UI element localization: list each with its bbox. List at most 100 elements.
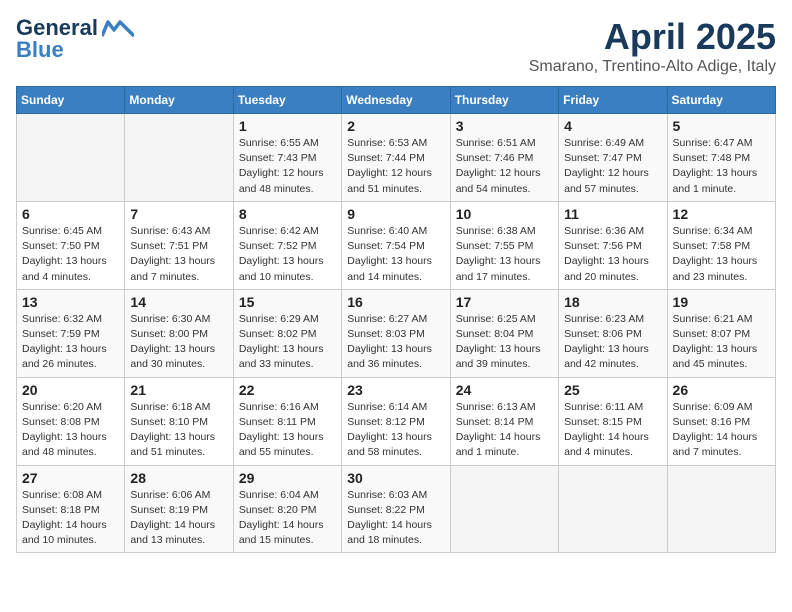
day-info: Sunrise: 6:08 AM Sunset: 8:18 PM Dayligh… <box>22 488 119 549</box>
day-info: Sunrise: 6:40 AM Sunset: 7:54 PM Dayligh… <box>347 224 444 285</box>
day-info: Sunrise: 6:49 AM Sunset: 7:47 PM Dayligh… <box>564 136 661 197</box>
logo: General Blue <box>16 16 134 62</box>
day-cell: 19Sunrise: 6:21 AM Sunset: 8:07 PM Dayli… <box>667 289 775 377</box>
day-cell <box>450 465 558 553</box>
day-header-sunday: Sunday <box>17 87 125 114</box>
day-cell: 13 Sunrise: 6:32 AM Sunset: 7:59 PM Dayli… <box>17 289 125 377</box>
title-area: April 2025 Smarano, Trentino-Alto Adige,… <box>529 16 776 76</box>
day-cell: 9 Sunrise: 6:40 AM Sunset: 7:54 PM Daylig… <box>342 201 450 289</box>
day-cell: 26 Sunrise: 6:09 AM Sunset: 8:16 PM Dayli… <box>667 377 775 465</box>
day-number: 29 <box>239 470 336 486</box>
day-header-friday: Friday <box>559 87 667 114</box>
day-cell: 8 Sunrise: 6:42 AM Sunset: 7:52 PM Daylig… <box>233 201 341 289</box>
day-number: 10 <box>456 206 553 222</box>
day-header-tuesday: Tuesday <box>233 87 341 114</box>
day-info: Sunrise: 6:30 AM Sunset: 8:00 PM Dayligh… <box>130 312 227 373</box>
day-header-saturday: Saturday <box>667 87 775 114</box>
day-cell: 3 Sunrise: 6:51 AM Sunset: 7:46 PM Daylig… <box>450 114 558 202</box>
day-number: 17 <box>456 294 553 310</box>
day-number: 14 <box>130 294 227 310</box>
logo-wave-icon <box>102 18 134 38</box>
day-info: Sunrise: 6:47 AM Sunset: 7:48 PM Dayligh… <box>673 136 770 197</box>
day-cell: 21 Sunrise: 6:18 AM Sunset: 8:10 PM Dayli… <box>125 377 233 465</box>
day-cell: 17Sunrise: 6:25 AM Sunset: 8:04 PM Dayli… <box>450 289 558 377</box>
day-cell: 16Sunrise: 6:27 AM Sunset: 8:03 PM Dayli… <box>342 289 450 377</box>
day-header-thursday: Thursday <box>450 87 558 114</box>
day-info: Sunrise: 6:51 AM Sunset: 7:46 PM Dayligh… <box>456 136 553 197</box>
day-cell: 25 Sunrise: 6:11 AM Sunset: 8:15 PM Dayli… <box>559 377 667 465</box>
day-cell: 10 Sunrise: 6:38 AM Sunset: 7:55 PM Dayli… <box>450 201 558 289</box>
day-info: Sunrise: 6:16 AM Sunset: 8:11 PM Dayligh… <box>239 400 336 461</box>
day-cell: 7 Sunrise: 6:43 AM Sunset: 7:51 PM Daylig… <box>125 201 233 289</box>
day-number: 1 <box>239 118 336 134</box>
day-number: 16 <box>347 294 444 310</box>
day-number: 12 <box>673 206 770 222</box>
day-info: Sunrise: 6:36 AM Sunset: 7:56 PM Dayligh… <box>564 224 661 285</box>
day-number: 4 <box>564 118 661 134</box>
day-number: 19 <box>673 294 770 310</box>
day-cell: 11 Sunrise: 6:36 AM Sunset: 7:56 PM Dayli… <box>559 201 667 289</box>
day-number: 22 <box>239 382 336 398</box>
day-number: 5 <box>673 118 770 134</box>
day-info: Sunrise: 6:09 AM Sunset: 8:16 PM Dayligh… <box>673 400 770 461</box>
day-info: Sunrise: 6:11 AM Sunset: 8:15 PM Dayligh… <box>564 400 661 461</box>
day-cell: 15 Sunrise: 6:29 AM Sunset: 8:02 PM Dayli… <box>233 289 341 377</box>
day-cell: 12 Sunrise: 6:34 AM Sunset: 7:58 PM Dayli… <box>667 201 775 289</box>
day-number: 3 <box>456 118 553 134</box>
day-cell: 20 Sunrise: 6:20 AM Sunset: 8:08 PM Dayli… <box>17 377 125 465</box>
day-cell: 22 Sunrise: 6:16 AM Sunset: 8:11 PM Dayli… <box>233 377 341 465</box>
day-info: Sunrise: 6:55 AM Sunset: 7:43 PM Dayligh… <box>239 136 336 197</box>
day-header-wednesday: Wednesday <box>342 87 450 114</box>
day-number: 30 <box>347 470 444 486</box>
day-info: Sunrise: 6:29 AM Sunset: 8:02 PM Dayligh… <box>239 312 336 373</box>
day-number: 15 <box>239 294 336 310</box>
week-row-3: 13 Sunrise: 6:32 AM Sunset: 7:59 PM Dayli… <box>17 289 776 377</box>
day-cell: 1 Sunrise: 6:55 AM Sunset: 7:43 PM Daylig… <box>233 114 341 202</box>
day-info: Sunrise: 6:43 AM Sunset: 7:51 PM Dayligh… <box>130 224 227 285</box>
day-number: 8 <box>239 206 336 222</box>
day-cell: 29 Sunrise: 6:04 AM Sunset: 8:20 PM Dayli… <box>233 465 341 553</box>
day-number: 25 <box>564 382 661 398</box>
day-cell: 14 Sunrise: 6:30 AM Sunset: 8:00 PM Dayli… <box>125 289 233 377</box>
day-cell: 5 Sunrise: 6:47 AM Sunset: 7:48 PM Daylig… <box>667 114 775 202</box>
day-cell <box>17 114 125 202</box>
calendar-subtitle: Smarano, Trentino-Alto Adige, Italy <box>529 58 776 76</box>
day-number: 28 <box>130 470 227 486</box>
day-number: 13 <box>22 294 119 310</box>
day-number: 20 <box>22 382 119 398</box>
day-number: 21 <box>130 382 227 398</box>
day-info: Sunrise: 6:38 AM Sunset: 7:55 PM Dayligh… <box>456 224 553 285</box>
day-cell <box>559 465 667 553</box>
day-number: 9 <box>347 206 444 222</box>
calendar-table: SundayMondayTuesdayWednesdayThursdayFrid… <box>16 86 776 553</box>
day-info: Sunrise: 6:23 AM Sunset: 8:06 PM Dayligh… <box>564 312 661 373</box>
day-info: Sunrise: 6:06 AM Sunset: 8:19 PM Dayligh… <box>130 488 227 549</box>
day-info: Sunrise: 6:03 AM Sunset: 8:22 PM Dayligh… <box>347 488 444 549</box>
day-number: 11 <box>564 206 661 222</box>
day-cell: 23Sunrise: 6:14 AM Sunset: 8:12 PM Dayli… <box>342 377 450 465</box>
day-info: Sunrise: 6:53 AM Sunset: 7:44 PM Dayligh… <box>347 136 444 197</box>
day-info: Sunrise: 6:04 AM Sunset: 8:20 PM Dayligh… <box>239 488 336 549</box>
day-info: Sunrise: 6:20 AM Sunset: 8:08 PM Dayligh… <box>22 400 119 461</box>
day-info: Sunrise: 6:14 AM Sunset: 8:12 PM Dayligh… <box>347 400 444 461</box>
header: General Blue April 2025 Smarano, Trentin… <box>16 16 776 76</box>
day-cell: 28 Sunrise: 6:06 AM Sunset: 8:19 PM Dayli… <box>125 465 233 553</box>
day-info: Sunrise: 6:34 AM Sunset: 7:58 PM Dayligh… <box>673 224 770 285</box>
day-cell: 18Sunrise: 6:23 AM Sunset: 8:06 PM Dayli… <box>559 289 667 377</box>
day-cell: 27 Sunrise: 6:08 AM Sunset: 8:18 PM Dayli… <box>17 465 125 553</box>
day-info: Sunrise: 6:42 AM Sunset: 7:52 PM Dayligh… <box>239 224 336 285</box>
day-info: Sunrise: 6:32 AM Sunset: 7:59 PM Dayligh… <box>22 312 119 373</box>
day-number: 26 <box>673 382 770 398</box>
day-cell: 6Sunrise: 6:45 AM Sunset: 7:50 PM Daylig… <box>17 201 125 289</box>
day-cell: 4 Sunrise: 6:49 AM Sunset: 7:47 PM Daylig… <box>559 114 667 202</box>
week-row-4: 20 Sunrise: 6:20 AM Sunset: 8:08 PM Dayli… <box>17 377 776 465</box>
day-number: 24 <box>456 382 553 398</box>
day-info: Sunrise: 6:13 AM Sunset: 8:14 PM Dayligh… <box>456 400 553 461</box>
day-number: 27 <box>22 470 119 486</box>
logo-blue: Blue <box>16 38 64 62</box>
day-cell: 24 Sunrise: 6:13 AM Sunset: 8:14 PM Dayli… <box>450 377 558 465</box>
day-number: 6 <box>22 206 119 222</box>
day-info: Sunrise: 6:18 AM Sunset: 8:10 PM Dayligh… <box>130 400 227 461</box>
day-number: 7 <box>130 206 227 222</box>
calendar-title: April 2025 <box>529 16 776 58</box>
